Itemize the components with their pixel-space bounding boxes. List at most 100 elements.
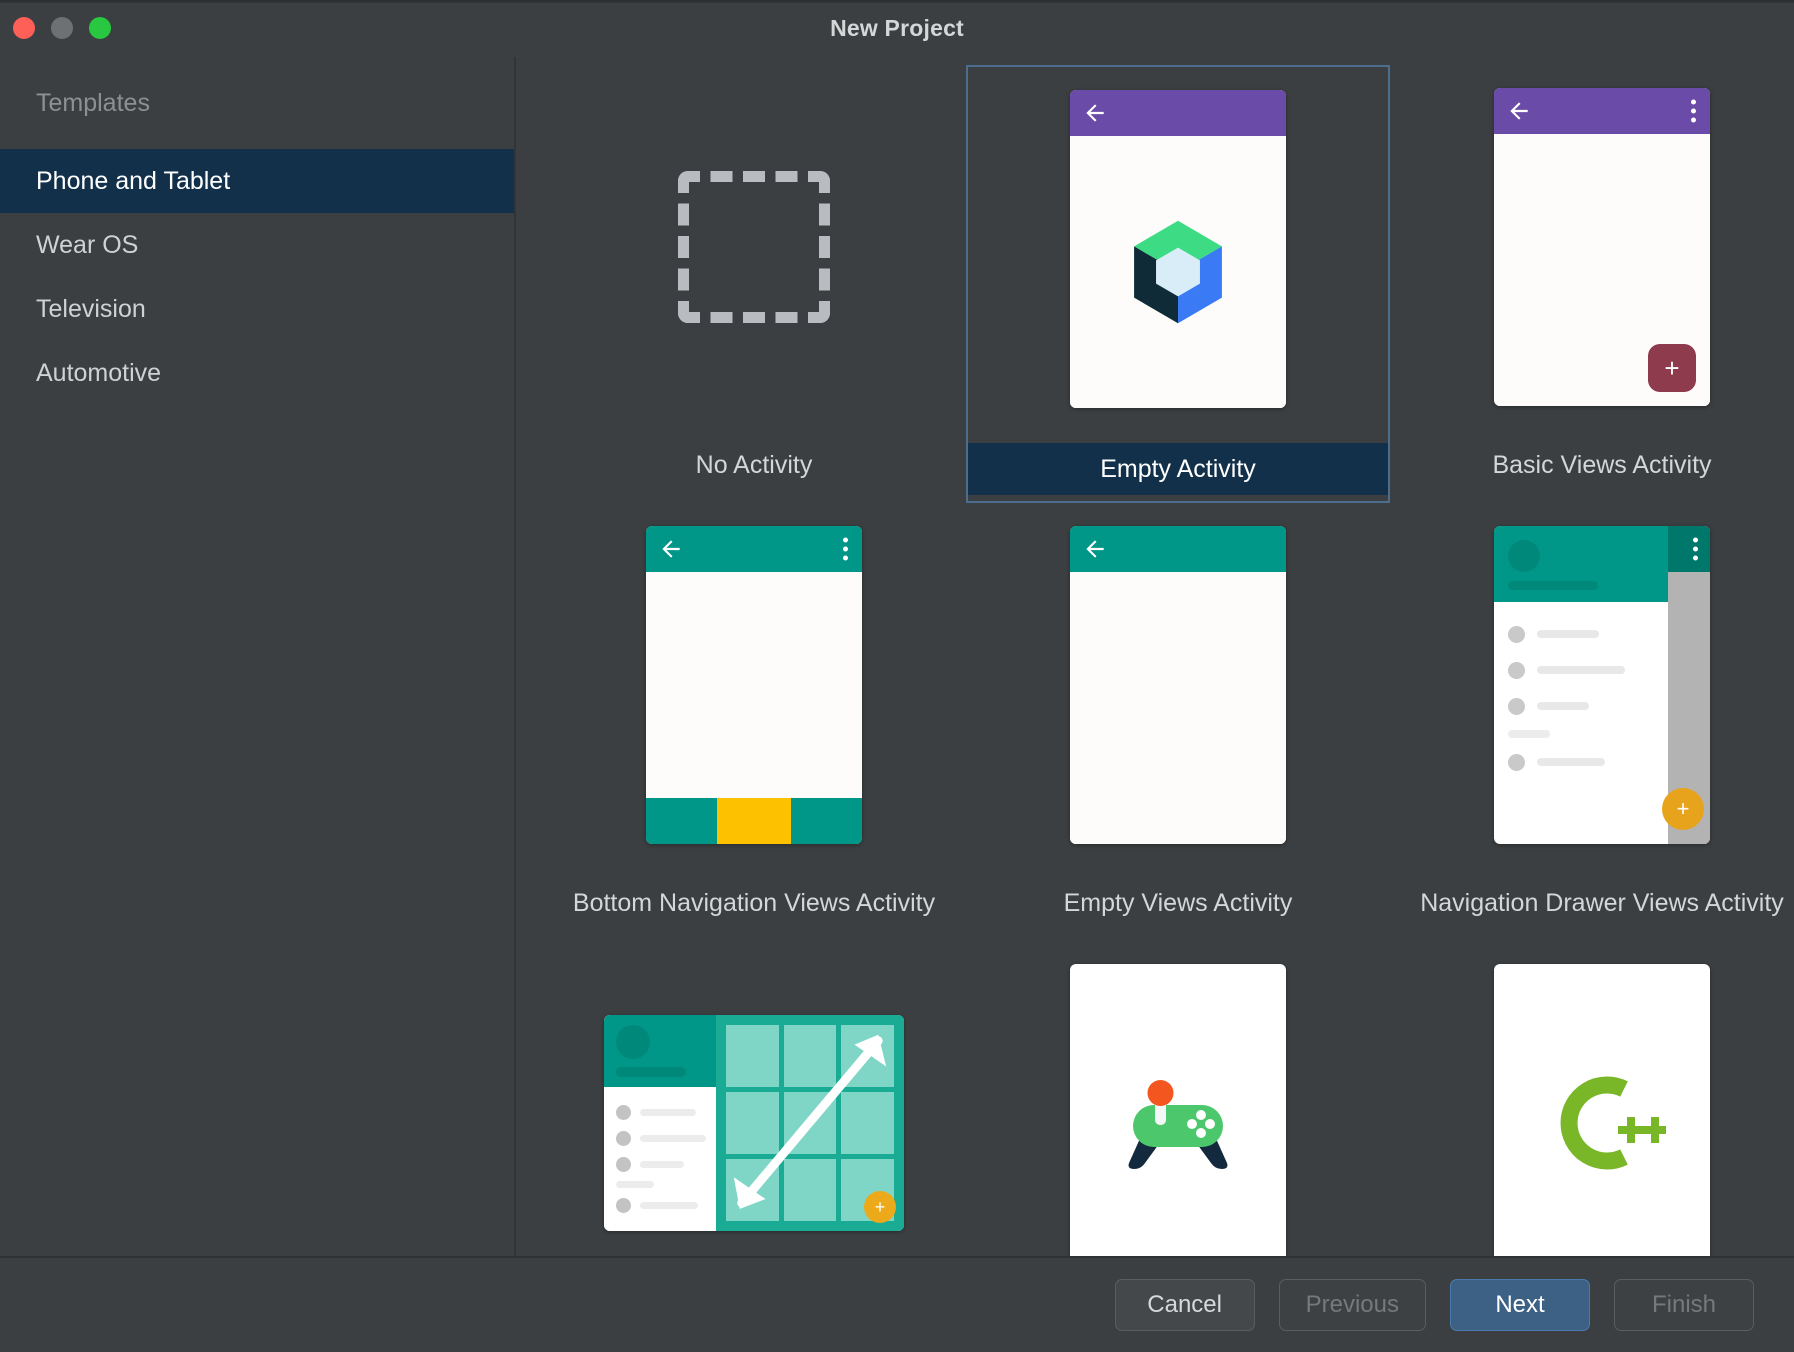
finish-button[interactable]: Finish xyxy=(1614,1279,1754,1331)
template-card-responsive-views-activity[interactable]: + Responsive Views Activity xyxy=(542,941,966,1256)
list-item-label xyxy=(1537,702,1589,710)
template-thumbnail: + xyxy=(1494,509,1710,861)
window-controls[interactable] xyxy=(13,17,111,39)
list-divider xyxy=(1508,730,1550,738)
back-arrow-icon xyxy=(658,536,684,562)
drawer-menu-list xyxy=(1494,602,1668,798)
list-item-label xyxy=(640,1135,706,1142)
bottom-navigation-bar xyxy=(646,798,862,844)
overflow-menu-icon xyxy=(1693,538,1698,561)
sidebar-item-label: Television xyxy=(36,295,146,324)
list-item-label xyxy=(640,1161,684,1168)
template-card-navigation-drawer-views-activity[interactable]: + Navigation Drawer Views Activity xyxy=(1390,503,1794,941)
template-thumbnail xyxy=(1070,509,1286,861)
minimize-button[interactable] xyxy=(51,17,73,39)
back-arrow-icon xyxy=(1082,536,1108,562)
app-bar xyxy=(1070,90,1286,136)
template-thumbnail: + xyxy=(1494,71,1710,423)
sidebar-item-television[interactable]: Television xyxy=(0,277,514,341)
maximize-button[interactable] xyxy=(89,17,111,39)
overflow-menu-icon xyxy=(1691,100,1696,123)
floating-action-button-icon: + xyxy=(864,1191,896,1223)
template-label: Empty Views Activity xyxy=(966,861,1390,931)
template-label: Navigation Drawer Views Activity xyxy=(1390,861,1794,931)
app-bar-right xyxy=(1668,526,1710,572)
tablet-preview: + xyxy=(604,1015,904,1231)
list-item-icon xyxy=(1508,698,1525,715)
phone-preview: + xyxy=(1494,88,1710,406)
sidebar-item-phone-and-tablet[interactable]: Phone and Tablet xyxy=(0,149,514,213)
app-bar xyxy=(646,526,862,572)
cancel-button[interactable]: Cancel xyxy=(1115,1279,1255,1331)
template-thumbnail xyxy=(1494,947,1710,1256)
sidebar-item-wear-os[interactable]: Wear OS xyxy=(0,213,514,277)
list-item-icon xyxy=(616,1198,631,1213)
template-gallery[interactable]: No Activity xyxy=(516,57,1794,1256)
drawer-header-line xyxy=(1508,581,1598,590)
list-item-icon xyxy=(616,1131,631,1146)
list-item xyxy=(1494,744,1668,780)
floating-action-button-icon: + xyxy=(1662,788,1704,830)
window-title: New Project xyxy=(0,15,1794,42)
list-item xyxy=(1494,616,1668,652)
tablet-detail-pane: + xyxy=(716,1015,904,1231)
phone-preview xyxy=(646,526,862,844)
pane-header xyxy=(604,1015,716,1087)
list-item xyxy=(604,1192,716,1218)
bottom-nav-item xyxy=(646,798,717,844)
list-pane-rows xyxy=(604,1087,716,1218)
back-arrow-icon xyxy=(1082,100,1108,126)
list-item xyxy=(604,1125,716,1151)
phone-preview xyxy=(1070,526,1286,844)
phone-content: + xyxy=(1494,134,1710,406)
template-card-empty-views-activity[interactable]: Empty Views Activity xyxy=(966,503,1390,941)
template-card-basic-views-activity[interactable]: + Basic Views Activity xyxy=(1390,65,1794,503)
template-thumbnail: + xyxy=(604,947,904,1256)
template-thumbnail xyxy=(1070,947,1286,1256)
pane-header-line xyxy=(616,1067,686,1077)
bottom-nav-item xyxy=(791,798,862,844)
template-card-game-activity[interactable]: Game Activity (C++) xyxy=(966,941,1390,1256)
app-bar xyxy=(1494,88,1710,134)
sidebar-item-label: Phone and Tablet xyxy=(36,167,230,196)
list-item-icon xyxy=(616,1157,631,1172)
template-grid: No Activity xyxy=(516,57,1794,1256)
title-bar: New Project xyxy=(0,0,1794,57)
sidebar-header: Templates xyxy=(0,57,514,149)
new-project-dialog: New Project Templates Phone and Tablet W… xyxy=(0,0,1794,1352)
avatar xyxy=(1508,540,1540,572)
template-card-empty-activity[interactable]: Empty Activity xyxy=(966,65,1390,503)
jetpack-compose-icon xyxy=(1117,211,1239,333)
template-thumbnail xyxy=(1070,73,1286,425)
cpp-logo-icon xyxy=(1538,1067,1666,1179)
phone-content xyxy=(1070,572,1286,844)
list-item-label xyxy=(640,1202,698,1209)
list-divider xyxy=(616,1181,654,1188)
app-bar xyxy=(1070,526,1286,572)
previous-button[interactable]: Previous xyxy=(1279,1279,1426,1331)
sidebar-item-label: Wear OS xyxy=(36,231,138,260)
list-item xyxy=(604,1099,716,1125)
phone-preview xyxy=(1494,964,1710,1256)
dialog-footer: Cancel Previous Next Finish xyxy=(0,1256,1794,1352)
dialog-body: Templates Phone and Tablet Wear OS Telev… xyxy=(0,57,1794,1256)
list-item-label xyxy=(1537,666,1625,674)
template-card-native-cpp[interactable]: Native C++ xyxy=(1390,941,1794,1256)
template-card-no-activity[interactable]: No Activity xyxy=(542,65,966,503)
phone-preview: + xyxy=(1494,526,1710,844)
list-item-icon xyxy=(1508,626,1525,643)
bottom-nav-item-active xyxy=(717,798,790,844)
floating-action-button-icon: + xyxy=(1648,344,1696,392)
list-item-label xyxy=(640,1109,696,1116)
next-button[interactable]: Next xyxy=(1450,1279,1590,1331)
list-item xyxy=(604,1151,716,1177)
template-card-bottom-navigation-views-activity[interactable]: Bottom Navigation Views Activity xyxy=(542,503,966,941)
sidebar-item-automotive[interactable]: Automotive xyxy=(0,341,514,405)
list-item xyxy=(1494,688,1668,724)
template-label: No Activity xyxy=(542,423,966,493)
back-arrow-icon xyxy=(1506,98,1532,124)
list-item-icon xyxy=(1508,754,1525,771)
phone-content xyxy=(646,572,862,798)
overflow-menu-icon xyxy=(843,538,848,561)
close-button[interactable] xyxy=(13,17,35,39)
